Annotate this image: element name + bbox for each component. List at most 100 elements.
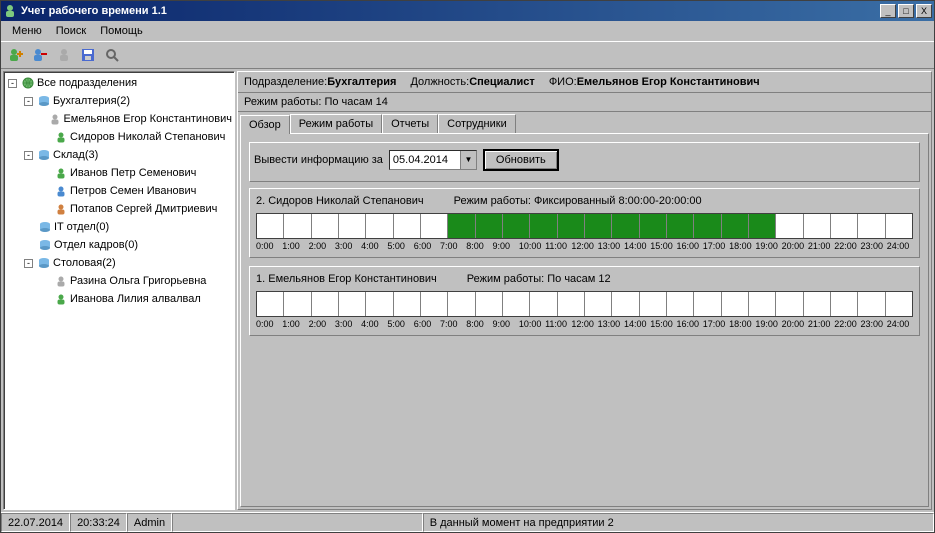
search-button[interactable] <box>101 44 123 66</box>
hour-label: 20:00 <box>782 319 808 329</box>
hour-label: 22:00 <box>834 241 860 251</box>
tree-person[interactable]: Емельянов Егор Константинович <box>40 110 232 128</box>
tree-person[interactable]: Иванова Лилия алвалвал <box>40 290 232 308</box>
hour-label: 24:00 <box>887 319 913 329</box>
hour-label: 10:00 <box>519 319 545 329</box>
menu-item[interactable]: Меню <box>5 23 49 39</box>
tree-dept[interactable]: IT отдел(0) <box>24 218 232 236</box>
hour-label: 6:00 <box>414 241 440 251</box>
timeline-cell <box>312 214 339 238</box>
timeline-cell <box>503 214 530 238</box>
tree-label: Бухгалтерия(2) <box>53 93 130 109</box>
timeline-cell <box>448 214 475 238</box>
tree-dept[interactable]: Отдел кадров(0) <box>24 236 232 254</box>
hour-label: 5:00 <box>387 319 413 329</box>
tree-label: Иванов Петр Семенович <box>70 165 196 181</box>
timeline-cell <box>886 292 912 316</box>
database-icon <box>37 148 51 162</box>
user-button[interactable] <box>53 44 75 66</box>
tab-reports[interactable]: Отчеты <box>382 114 438 133</box>
hour-label: 13:00 <box>598 241 624 251</box>
hour-label: 21:00 <box>808 319 834 329</box>
body: -Все подразделения-Бухгалтерия(2)Емельян… <box>1 69 934 512</box>
tree-person[interactable]: Разина Ольга Григорьевна <box>40 272 232 290</box>
mode-value: По часам 14 <box>324 96 387 108</box>
timeline-cell <box>776 292 803 316</box>
tree-dept[interactable]: -Столовая(2) <box>24 254 232 272</box>
employee-mode: Фиксированный 8:00:00-20:00:00 <box>534 195 702 207</box>
timeline <box>256 291 913 317</box>
timeline-cell <box>421 214 448 238</box>
timeline-cell <box>585 214 612 238</box>
tree-label: IT отдел(0) <box>54 219 109 235</box>
tree-person[interactable]: Сидоров Николай Степанович <box>40 128 232 146</box>
employee-title: 1. Емельянов Егор Константинович <box>256 273 437 285</box>
tab-mode[interactable]: Режим работы <box>290 114 382 133</box>
hour-label: 11:00 <box>545 241 571 251</box>
hour-label: 10:00 <box>519 241 545 251</box>
timeline-cell <box>612 292 639 316</box>
timeline-cell <box>366 214 393 238</box>
menu-item[interactable]: Помощь <box>93 23 150 39</box>
tree-dept[interactable]: -Склад(3) <box>24 146 232 164</box>
date-input[interactable] <box>390 151 460 169</box>
hour-label: 13:00 <box>598 319 624 329</box>
name-value: Емельянов Егор Константинович <box>577 76 760 88</box>
tree-person[interactable]: Потапов Сергей Дмитриевич <box>40 200 232 218</box>
hour-label: 23:00 <box>860 241 886 251</box>
hour-label: 1:00 <box>282 241 308 251</box>
person-icon <box>54 292 68 306</box>
maximize-button[interactable]: □ <box>898 4 914 18</box>
menubar: Меню Поиск Помощь <box>1 21 934 41</box>
save-button[interactable] <box>77 44 99 66</box>
tab-overview[interactable]: Обзор <box>240 115 290 134</box>
timeline-cell <box>394 214 421 238</box>
timeline-cell <box>804 292 831 316</box>
hour-label: 17:00 <box>703 241 729 251</box>
menu-item[interactable]: Поиск <box>49 23 93 39</box>
timeline-cell <box>503 292 530 316</box>
status-user: Admin <box>127 513 172 532</box>
employee-block: 2. Сидоров Николай Степанович Режим работ… <box>249 188 920 258</box>
hour-label: 7:00 <box>440 241 466 251</box>
tabs: Обзор Режим работы Отчеты Сотрудники <box>238 112 931 133</box>
hours-row: 0:001:002:003:004:005:006:007:008:009:00… <box>256 319 913 329</box>
hour-label: 20:00 <box>782 241 808 251</box>
hour-label: 1:00 <box>282 319 308 329</box>
hour-label: 14:00 <box>624 319 650 329</box>
date-picker[interactable]: ▼ <box>389 150 477 170</box>
filter-row: Вывести информацию за ▼ Обновить <box>249 142 920 182</box>
tree-label: Сидоров Николай Степанович <box>70 129 225 145</box>
minimize-button[interactable]: _ <box>880 4 896 18</box>
refresh-button[interactable]: Обновить <box>483 149 559 171</box>
hour-label: 4:00 <box>361 241 387 251</box>
employee-mode-label: Режим работы: <box>454 195 531 207</box>
timeline-cell <box>722 214 749 238</box>
timeline-cell <box>530 292 557 316</box>
hour-label: 23:00 <box>860 319 886 329</box>
hour-label: 0:00 <box>256 241 282 251</box>
status-date: 22.07.2014 <box>1 513 70 532</box>
tree-dept[interactable]: -Бухгалтерия(2) <box>24 92 232 110</box>
timeline-cell <box>858 292 885 316</box>
tree-root[interactable]: -Все подразделения <box>8 74 232 92</box>
timeline-cell <box>776 214 803 238</box>
timeline-cell <box>804 214 831 238</box>
tab-content: Вывести информацию за ▼ Обновить 2. Сидо… <box>240 133 929 507</box>
tree-person[interactable]: Петров Семен Иванович <box>40 182 232 200</box>
tree-person[interactable]: Иванов Петр Семенович <box>40 164 232 182</box>
person-icon <box>54 184 68 198</box>
dropdown-icon[interactable]: ▼ <box>460 151 476 169</box>
add-user-button[interactable] <box>5 44 27 66</box>
employee-title: 2. Сидоров Николай Степанович <box>256 195 424 207</box>
person-icon <box>54 202 68 216</box>
titlebar[interactable]: Учет рабочего времени 1.1 _ □ X <box>1 1 934 21</box>
tab-employees[interactable]: Сотрудники <box>438 114 516 133</box>
timeline-cell <box>749 214 776 238</box>
remove-user-button[interactable] <box>29 44 51 66</box>
tree-panel[interactable]: -Все подразделения-Бухгалтерия(2)Емельян… <box>3 71 235 510</box>
tree-label: Столовая(2) <box>53 255 116 271</box>
tree-label: Склад(3) <box>53 147 98 163</box>
timeline-cell <box>257 214 284 238</box>
close-button[interactable]: X <box>916 4 932 18</box>
